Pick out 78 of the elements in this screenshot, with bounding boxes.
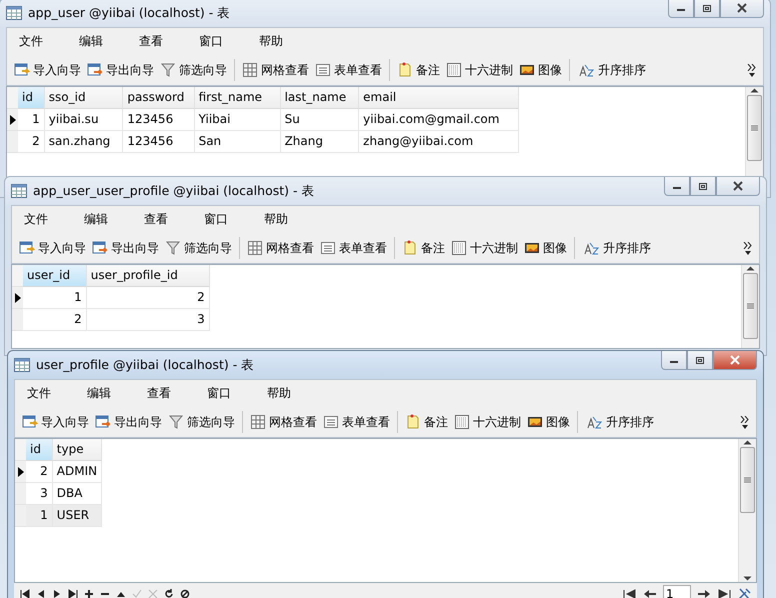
table-cell: Yiibai bbox=[194, 109, 281, 131]
toolbar-button[interactable]: 图像 bbox=[516, 60, 565, 80]
menu-item[interactable]: 帮助 bbox=[259, 385, 305, 402]
menu-item[interactable]: 帮助 bbox=[251, 33, 297, 50]
toolbar-button[interactable]: 筛选向导 bbox=[157, 60, 230, 80]
column-header[interactable]: sso_id bbox=[44, 87, 124, 109]
toolbar-button[interactable]: 十六进制 bbox=[448, 238, 521, 258]
toolbar-button[interactable]: 网格查看 bbox=[244, 238, 317, 258]
table-cell: 3 bbox=[86, 309, 210, 331]
table-cell: Su bbox=[280, 109, 360, 131]
table-cell: 2 bbox=[86, 287, 210, 309]
column-header[interactable]: user_profile_id bbox=[86, 265, 210, 287]
menu-item[interactable]: 编辑 bbox=[79, 385, 125, 402]
menu-item[interactable]: 文件 bbox=[11, 33, 57, 50]
toolbar-button[interactable]: 导入向导 bbox=[16, 238, 89, 258]
menu-item[interactable]: 窗口 bbox=[199, 385, 245, 402]
menu-item[interactable]: 帮助 bbox=[256, 211, 302, 228]
menu-item[interactable]: 编辑 bbox=[71, 33, 117, 50]
column-header[interactable]: first_name bbox=[194, 87, 281, 109]
page-number-field[interactable]: 1 bbox=[663, 584, 691, 598]
toolbar-button[interactable]: 十六进制 bbox=[443, 60, 516, 80]
table-cell: 2 bbox=[26, 461, 53, 483]
toolbar-button[interactable]: 图像 bbox=[524, 412, 573, 432]
toolbar-button[interactable]: 导入向导 bbox=[19, 412, 92, 432]
table-cell: 2 bbox=[18, 131, 45, 153]
toolbar-button[interactable]: 导出向导 bbox=[92, 412, 165, 432]
column-header[interactable]: last_name bbox=[280, 87, 360, 109]
table-cell: yiibai.com@gmail.com bbox=[359, 109, 520, 131]
menu-item[interactable]: 窗口 bbox=[191, 33, 237, 50]
toolbar-button[interactable]: 导出向导 bbox=[89, 238, 162, 258]
toolbar-button[interactable]: 表单查看 bbox=[312, 60, 385, 80]
table-cell: 1 bbox=[18, 109, 45, 131]
menu-item[interactable]: 查看 bbox=[136, 211, 182, 228]
toolbar-button[interactable]: 网格查看 bbox=[247, 412, 320, 432]
toolbar-button[interactable]: 表单查看 bbox=[317, 238, 390, 258]
toolbar-button[interactable]: 升序排序 bbox=[574, 60, 649, 80]
toolbar-button[interactable]: 导入向导 bbox=[11, 60, 84, 80]
window-title: user_profile @yiibai (localhost) - 表 bbox=[36, 356, 256, 374]
window-title: app_user @yiibai (localhost) - 表 bbox=[28, 4, 232, 22]
toolbar-button[interactable]: 筛选向导 bbox=[165, 412, 238, 432]
column-header[interactable]: type bbox=[52, 439, 102, 461]
toolbar-button[interactable]: 表单查看 bbox=[320, 412, 393, 432]
table-cell: San bbox=[194, 131, 281, 153]
window-title: app_user_user_profile @yiibai (localhost) - 表 bbox=[33, 182, 316, 200]
table-cell: 3 bbox=[26, 483, 53, 505]
table-cell: DBA bbox=[52, 483, 102, 505]
menu-item[interactable]: 文件 bbox=[19, 385, 65, 402]
table-cell: 1 bbox=[23, 287, 87, 309]
toolbar-button[interactable]: 网格查看 bbox=[239, 60, 312, 80]
table-cell: ADMIN bbox=[52, 461, 102, 483]
column-header[interactable]: user_id bbox=[23, 265, 87, 287]
table-cell: 1 bbox=[26, 505, 53, 527]
menu-item[interactable]: 窗口 bbox=[196, 211, 242, 228]
table-cell: san.zhang bbox=[44, 131, 124, 153]
toolbar-button[interactable]: 备注 bbox=[394, 60, 443, 80]
toolbar-button[interactable]: 图像 bbox=[521, 238, 570, 258]
table-cell: zhang@yiibai.com bbox=[359, 131, 520, 153]
column-header[interactable]: email bbox=[359, 87, 520, 109]
menu-item[interactable]: 查看 bbox=[139, 385, 185, 402]
toolbar-button[interactable]: 升序排序 bbox=[579, 238, 654, 258]
toolbar-button[interactable]: 备注 bbox=[399, 238, 448, 258]
table-cell: yiibai.su bbox=[44, 109, 124, 131]
toolbar-button[interactable]: 备注 bbox=[402, 412, 451, 432]
toolbar-button[interactable]: 十六进制 bbox=[451, 412, 524, 432]
table-cell: 2 bbox=[23, 309, 87, 331]
toolbar-button[interactable]: 筛选向导 bbox=[162, 238, 235, 258]
table-cell: USER bbox=[52, 505, 102, 527]
menu-item[interactable]: 文件 bbox=[16, 211, 62, 228]
column-header[interactable]: id bbox=[26, 439, 53, 461]
toolbar-button[interactable]: 升序排序 bbox=[582, 412, 657, 432]
table-cell: Zhang bbox=[280, 131, 360, 153]
menu-item[interactable]: 编辑 bbox=[76, 211, 122, 228]
column-header[interactable]: id bbox=[18, 87, 45, 109]
table-cell: 123456 bbox=[123, 131, 195, 153]
toolbar-button[interactable]: 导出向导 bbox=[84, 60, 157, 80]
table-cell: 123456 bbox=[123, 109, 195, 131]
column-header[interactable]: password bbox=[123, 87, 195, 109]
menu-item[interactable]: 查看 bbox=[131, 33, 177, 50]
